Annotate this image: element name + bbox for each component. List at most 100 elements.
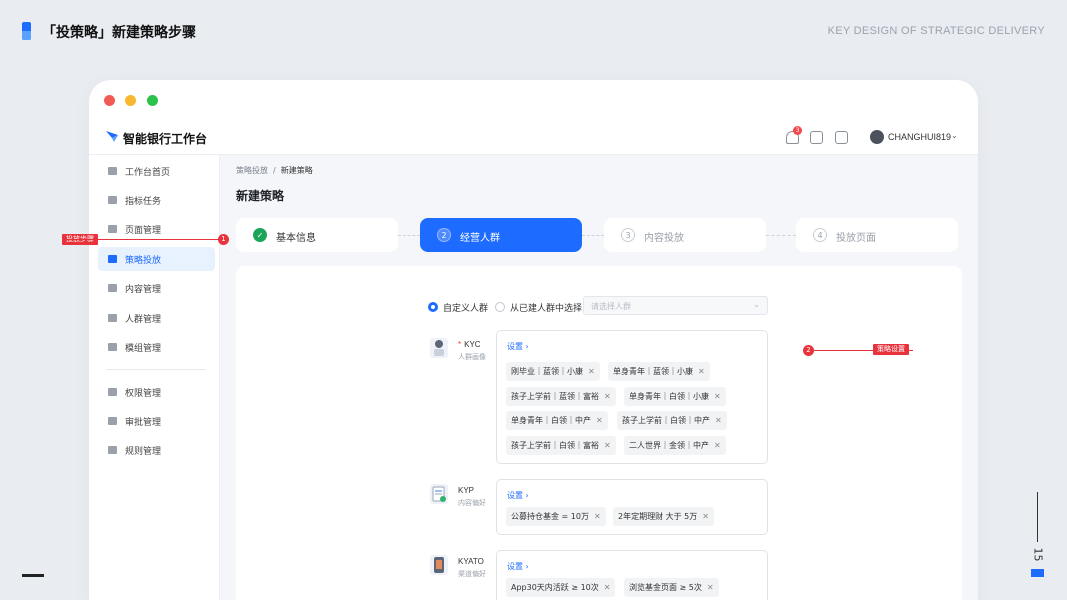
chip-text: 二人世界｜金领｜中产 xyxy=(629,441,709,450)
sidebar-item-audience[interactable]: 人群管理 xyxy=(98,306,215,330)
step-delivery-page[interactable]: 4 投放页面 xyxy=(796,218,958,252)
kyp-desc: 内容偏好 xyxy=(458,499,486,507)
radio-custom[interactable] xyxy=(428,302,438,312)
page-icon xyxy=(108,225,117,233)
document-icon[interactable] xyxy=(810,131,823,144)
kyc-chip[interactable]: 孩子上学前｜白领｜富裕 ✕ xyxy=(506,436,616,455)
kyato-settings-link[interactable]: 设置 › xyxy=(507,561,529,572)
radio-existing[interactable] xyxy=(495,302,505,312)
close-icon[interactable]: ✕ xyxy=(594,512,601,521)
close-icon[interactable]: ✕ xyxy=(604,583,611,592)
kyato-chip[interactable]: App30天内活跃 ≥ 10次 ✕ xyxy=(506,578,616,597)
annotation-number: 1 xyxy=(218,234,229,245)
main-content: 策略投放 / 新建策略 新建策略 ✓ 基本信息 2 经营人群 3 内容投放 4 投放… xyxy=(220,155,978,600)
page-title: 新建策略 xyxy=(236,189,285,203)
strategy-icon xyxy=(108,255,117,263)
kyato-box: 设置 › App30天内活跃 ≥ 10次 ✕ 浏览基金页面 ≥ 5次 ✕ xyxy=(496,550,768,600)
annotation-line xyxy=(62,239,219,240)
sidebar-item-permissions[interactable]: 权限管理 xyxy=(98,380,215,404)
module-icon xyxy=(108,343,117,351)
app-brand: 智能银行工作台 xyxy=(123,132,208,146)
breadcrumb-current: 新建策略 xyxy=(280,166,313,175)
window-maximize-dot[interactable] xyxy=(147,95,158,106)
step-number: 4 xyxy=(813,228,827,242)
sidebar-item-label: 人群管理 xyxy=(125,315,162,325)
sidebar-item-label: 内容管理 xyxy=(125,285,162,295)
close-icon[interactable]: ✕ xyxy=(714,392,721,401)
step-basic-info[interactable]: ✓ 基本信息 xyxy=(236,218,398,252)
sidebar-item-metrics[interactable]: 指标任务 xyxy=(98,188,215,212)
screen-icon[interactable] xyxy=(835,131,848,144)
decor-dash xyxy=(22,574,44,577)
breadcrumb-parent[interactable]: 策略投放 xyxy=(236,166,268,175)
kyc-chip[interactable]: 单身青年｜蓝领｜小康 ✕ xyxy=(608,362,710,381)
window-minimize-dot[interactable] xyxy=(125,95,136,106)
kyc-chip[interactable]: 刚毕业｜蓝领｜小康 ✕ xyxy=(506,362,600,381)
sidebar-item-modules[interactable]: 模组管理 xyxy=(98,335,215,359)
logo-icon xyxy=(106,131,118,142)
sidebar-item-approval[interactable]: 审批管理 xyxy=(98,409,215,433)
chip-text: 单身青年｜白领｜小康 xyxy=(629,392,709,401)
sidebar-item-strategy[interactable]: 策略投放 xyxy=(98,247,215,271)
chip-text: 孩子上学前｜白领｜富裕 xyxy=(511,441,599,450)
chevron-down-icon[interactable]: ⌄ xyxy=(951,131,958,140)
slide-subtitle: KEY DESIGN OF STRATEGIC DELIVERY xyxy=(827,25,1045,37)
close-icon[interactable]: ✕ xyxy=(698,367,705,376)
kyc-icon xyxy=(430,338,448,358)
sidebar-divider xyxy=(106,369,206,370)
step-content[interactable]: 3 内容投放 xyxy=(604,218,766,252)
kyc-box: 设置 › 刚毕业｜蓝领｜小康 ✕ 单身青年｜蓝领｜小康 ✕ 孩子上学前｜蓝领｜富裕 ✕… xyxy=(496,330,768,464)
kyp-chip[interactable]: 公募持仓基金 = 10万 ✕ xyxy=(506,507,606,526)
radio-existing-label[interactable]: 从已建人群中选择 xyxy=(510,301,582,314)
step-audience[interactable]: 2 经营人群 xyxy=(420,218,582,252)
kyp-settings-link[interactable]: 设置 › xyxy=(507,490,529,501)
sidebar-item-content[interactable]: 内容管理 xyxy=(98,276,215,300)
app-window: 智能银行工作台 3 CHANGHUI819 ⌄ 工作台首页 指标任务 页面管理 … xyxy=(89,80,978,600)
kyc-chip[interactable]: 单身青年｜白领｜小康 ✕ xyxy=(624,387,726,406)
kyc-chip[interactable]: 孩子上学前｜蓝领｜富裕 ✕ xyxy=(506,387,616,406)
people-icon xyxy=(108,314,117,322)
kyato-chip[interactable]: 浏览基金页面 ≥ 5次 ✕ xyxy=(624,578,719,597)
breadcrumb: 策略投放 / 新建策略 xyxy=(236,165,313,176)
step-label: 投放页面 xyxy=(836,233,876,244)
kyato-name: KYATO xyxy=(458,557,484,566)
close-icon[interactable]: ✕ xyxy=(714,441,721,450)
kyato-desc: 渠道偏好 xyxy=(458,570,486,578)
chip-text: 单身青年｜蓝领｜小康 xyxy=(613,367,693,376)
radio-custom-label[interactable]: 自定义人群 xyxy=(443,301,488,314)
kyc-settings-link[interactable]: 设置 › xyxy=(507,341,529,352)
step-number: 3 xyxy=(621,228,635,242)
kyc-chip[interactable]: 二人世界｜金领｜中产 ✕ xyxy=(624,436,726,455)
home-icon xyxy=(108,167,117,175)
chip-text: 孩子上学前｜白领｜中产 xyxy=(622,416,710,425)
window-close-dot[interactable] xyxy=(104,95,115,106)
close-icon[interactable]: ✕ xyxy=(596,416,603,425)
audience-select[interactable]: 请选择人群 ⌄ xyxy=(583,296,768,315)
sidebar-item-label: 工作台首页 xyxy=(125,168,171,178)
close-icon[interactable]: ✕ xyxy=(707,583,714,592)
kyato-icon xyxy=(430,555,448,575)
top-bar: 智能银行工作台 3 CHANGHUI819 ⌄ xyxy=(89,122,978,155)
chip-text: 2年定期理财 大于 5万 xyxy=(618,512,698,521)
avatar[interactable] xyxy=(870,130,884,144)
breadcrumb-separator: / xyxy=(273,166,276,175)
page-block xyxy=(1031,569,1044,577)
audience-card: 自定义人群 从已建人群中选择 请选择人群 ⌄ * KYC 人群画像 设置 › 刚毕… xyxy=(236,266,962,600)
close-icon[interactable]: ✕ xyxy=(588,367,595,376)
username[interactable]: CHANGHUI819 xyxy=(888,132,951,142)
close-icon[interactable]: ✕ xyxy=(715,416,722,425)
close-icon[interactable]: ✕ xyxy=(604,441,611,450)
close-icon[interactable]: ✕ xyxy=(604,392,611,401)
sidebar-item-home[interactable]: 工作台首页 xyxy=(98,159,215,183)
kyc-chip[interactable]: 孩子上学前｜白领｜中产 ✕ xyxy=(617,411,727,430)
kyp-chip[interactable]: 2年定期理财 大于 5万 ✕ xyxy=(613,507,714,526)
chip-text: 刚毕业｜蓝领｜小康 xyxy=(511,367,583,376)
chip-text: 孩子上学前｜蓝领｜富裕 xyxy=(511,392,599,401)
close-icon[interactable]: ✕ xyxy=(702,512,709,521)
step-connector xyxy=(766,235,796,236)
sidebar-item-rules[interactable]: 规则管理 xyxy=(98,438,215,462)
kyc-chip[interactable]: 单身青年｜白领｜中产 ✕ xyxy=(506,411,608,430)
sidebar-item-pages[interactable]: 页面管理 xyxy=(98,217,215,241)
kyp-icon xyxy=(430,484,448,504)
step-label: 基本信息 xyxy=(276,233,316,244)
